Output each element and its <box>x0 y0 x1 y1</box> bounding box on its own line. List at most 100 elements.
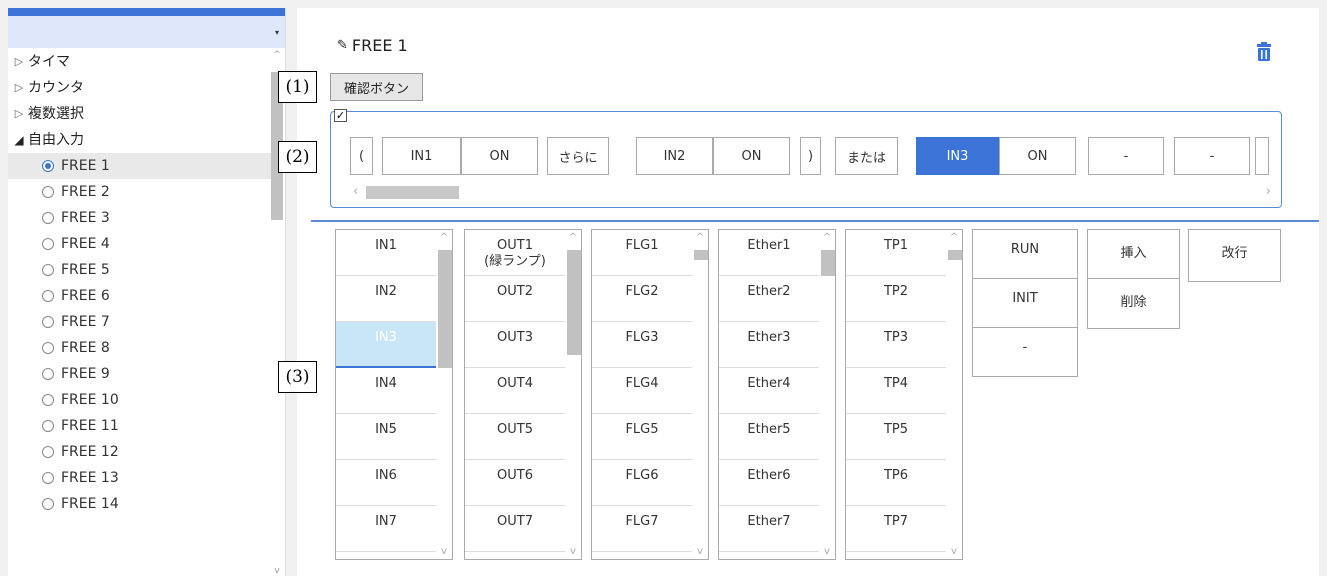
list-scroll-thumb[interactable] <box>694 250 708 260</box>
list-item[interactable]: OUT7 <box>465 506 565 552</box>
list-scroll-thumb[interactable] <box>948 250 962 260</box>
free-item[interactable]: FREE 1 <box>8 153 272 179</box>
tree-group[interactable]: ◢ 自由入力 <box>8 127 272 153</box>
list-item[interactable]: Ether2 <box>719 276 819 322</box>
radio-icon[interactable] <box>42 316 54 328</box>
list-scroll-thumb[interactable] <box>567 250 581 355</box>
list-item[interactable]: FLG7 <box>592 506 692 552</box>
scroll-right-icon[interactable]: › <box>1266 184 1271 199</box>
list-item[interactable]: Ether5 <box>719 414 819 460</box>
condition-token[interactable]: - <box>1088 137 1164 175</box>
condition-token[interactable]: ( <box>350 137 373 175</box>
list-item[interactable]: FLG6 <box>592 460 692 506</box>
condition-token[interactable]: または <box>835 137 898 175</box>
free-item[interactable]: FREE 6 <box>8 283 272 309</box>
list-item[interactable]: IN5 <box>336 414 436 460</box>
condition-token[interactable]: IN2 <box>636 137 713 175</box>
category-dropdown[interactable]: ▾ <box>8 16 285 48</box>
list-scroll-thumb[interactable] <box>438 250 452 368</box>
list-scrollbar[interactable]: ^ v <box>565 230 581 559</box>
radio-icon[interactable] <box>42 212 54 224</box>
flg-list[interactable]: FLG1 FLG2 FLG3 FLG4 FLG5 FLG6 FLG7 ^ v <box>591 229 709 560</box>
free-item[interactable]: FREE 8 <box>8 335 272 361</box>
list-item[interactable]: IN6 <box>336 460 436 506</box>
dropdown-caret-icon[interactable]: ▾ <box>275 28 279 37</box>
list-scrollbar[interactable]: ^ v <box>819 230 835 559</box>
list-item[interactable]: FLG1 <box>592 230 692 276</box>
tree-group[interactable]: ▷ タイマ <box>8 49 272 75</box>
radio-icon[interactable] <box>42 186 54 198</box>
list-item[interactable]: TP5 <box>846 414 946 460</box>
list-scrollbar[interactable]: ^ v <box>436 230 452 559</box>
list-scrollbar[interactable]: ^ v <box>946 230 962 559</box>
sidebar-scrollbar[interactable]: ^ v <box>271 50 283 576</box>
radio-icon[interactable] <box>42 264 54 276</box>
in-list[interactable]: IN1 IN2 IN3 IN4 IN5 IN6 IN7 ^ v <box>335 229 453 560</box>
confirm-button[interactable]: 確認ボタン <box>330 73 423 101</box>
free-item[interactable]: FREE 7 <box>8 309 272 335</box>
condition-token-overflow[interactable] <box>1255 137 1269 175</box>
scroll-down-icon[interactable]: v <box>819 546 835 557</box>
condition-scrollbar[interactable]: ‹ › <box>350 183 1274 203</box>
expanded-triangle-icon[interactable]: ◢ <box>10 127 28 153</box>
collapsed-triangle-icon[interactable]: ▷ <box>10 101 28 127</box>
insert-button[interactable]: 挿入 <box>1088 230 1179 279</box>
radio-icon[interactable] <box>42 446 54 458</box>
free-item[interactable]: FREE 5 <box>8 257 272 283</box>
list-item[interactable]: IN7 <box>336 506 436 552</box>
condition-checkbox[interactable]: ✓ <box>334 109 347 122</box>
newline-button[interactable]: 改行 <box>1188 229 1281 282</box>
condition-token[interactable]: ) <box>800 137 821 175</box>
list-item[interactable]: TP2 <box>846 276 946 322</box>
free-item[interactable]: FREE 14 <box>8 491 272 517</box>
list-item[interactable]: OUT3 <box>465 322 565 368</box>
scroll-left-icon[interactable]: ‹ <box>353 184 358 199</box>
tree-group[interactable]: ▷ 複数選択 <box>8 101 272 127</box>
list-item[interactable]: OUT5 <box>465 414 565 460</box>
condition-token[interactable]: - <box>1174 137 1250 175</box>
list-item[interactable]: IN1 <box>336 230 436 276</box>
scroll-up-icon[interactable]: ^ <box>692 232 708 243</box>
radio-icon[interactable] <box>42 290 54 302</box>
radio-icon[interactable] <box>42 368 54 380</box>
condition-token[interactable]: ON <box>461 137 538 175</box>
condition-scroll-thumb[interactable] <box>366 186 459 199</box>
list-item[interactable]: Ether7 <box>719 506 819 552</box>
free-item[interactable]: FREE 2 <box>8 179 272 205</box>
list-item[interactable]: OUT4 <box>465 368 565 414</box>
list-item[interactable]: IN4 <box>336 368 436 414</box>
scroll-down-icon[interactable]: v <box>565 546 581 557</box>
radio-icon[interactable] <box>42 342 54 354</box>
list-scrollbar[interactable]: ^ v <box>692 230 708 559</box>
radio-icon[interactable] <box>42 394 54 406</box>
free-item[interactable]: FREE 12 <box>8 439 272 465</box>
scroll-up-icon[interactable]: ^ <box>819 232 835 243</box>
collapsed-triangle-icon[interactable]: ▷ <box>10 75 28 101</box>
radio-icon[interactable] <box>42 498 54 510</box>
tree-group[interactable]: ▷ カウンタ <box>8 75 272 101</box>
tp-list[interactable]: TP1 TP2 TP3 TP4 TP5 TP6 TP7 ^ v <box>845 229 963 560</box>
operation-button[interactable]: RUN <box>973 230 1077 279</box>
list-item[interactable]: TP3 <box>846 322 946 368</box>
list-scroll-thumb[interactable] <box>821 250 835 276</box>
condition-token[interactable]: ON <box>713 137 790 175</box>
list-item[interactable]: TP7 <box>846 506 946 552</box>
list-item[interactable]: FLG2 <box>592 276 692 322</box>
scroll-up-icon[interactable]: ^ <box>436 232 452 243</box>
condition-token[interactable]: IN1 <box>382 137 461 175</box>
list-item[interactable]: IN3 <box>336 322 436 368</box>
condition-token[interactable]: さらに <box>547 137 609 175</box>
free-item[interactable]: FREE 9 <box>8 361 272 387</box>
scroll-down-icon[interactable]: v <box>692 546 708 557</box>
ether-list[interactable]: Ether1 Ether2 Ether3 Ether4 Ether5 Ether6 Ethe… <box>718 229 836 560</box>
trash-icon[interactable] <box>1255 42 1273 62</box>
list-item[interactable]: FLG5 <box>592 414 692 460</box>
list-item[interactable]: OUT2 <box>465 276 565 322</box>
delete-button[interactable]: 削除 <box>1088 279 1179 328</box>
collapsed-triangle-icon[interactable]: ▷ <box>10 49 28 75</box>
list-item[interactable]: FLG4 <box>592 368 692 414</box>
list-item[interactable]: Ether1 <box>719 230 819 276</box>
scroll-up-icon[interactable]: ^ <box>946 232 962 243</box>
radio-icon[interactable] <box>42 238 54 250</box>
radio-icon[interactable] <box>42 472 54 484</box>
